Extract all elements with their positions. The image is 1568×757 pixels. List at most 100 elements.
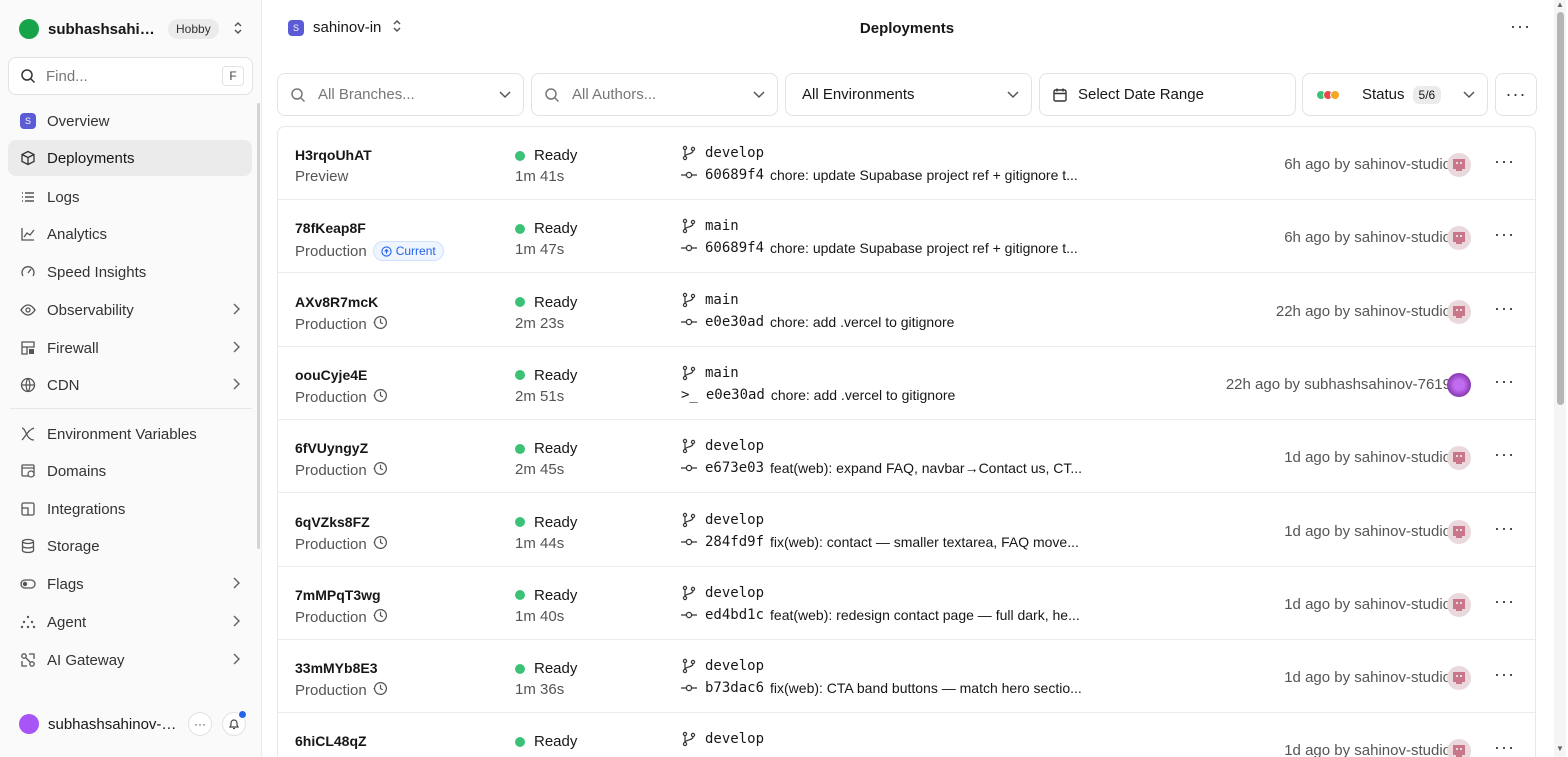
sidebar-item-cdn[interactable]: CDN xyxy=(8,367,252,403)
status-filter[interactable]: Status 5/6 xyxy=(1302,73,1488,116)
terminal-icon: >_ xyxy=(681,386,698,403)
deployment-id[interactable]: AXv8R7mcK xyxy=(295,294,378,310)
branch[interactable]: develop xyxy=(681,145,764,161)
scroll-up-arrow[interactable]: ▲ xyxy=(1556,0,1564,9)
commit[interactable]: 60689f4 chore: update Supabase project re… xyxy=(681,240,1101,256)
sidebar-item-deployments[interactable]: Deployments xyxy=(8,140,252,176)
project-switcher[interactable]: S sahinov-in xyxy=(288,18,403,37)
sidebar-item-logs[interactable]: Logs xyxy=(8,179,252,215)
sidebar-item-storage[interactable]: Storage xyxy=(8,528,252,564)
more-button[interactable]: ··· xyxy=(188,712,212,736)
deployment-id[interactable]: 6hiCL48qZ xyxy=(295,733,367,749)
scroll-down-arrow[interactable]: ▼ xyxy=(1556,744,1564,753)
commit[interactable]: e0e30ad chore: add .vercel to gitignore xyxy=(681,314,1101,330)
branch[interactable]: develop xyxy=(681,658,764,674)
row-more-button[interactable]: ··· xyxy=(1494,224,1515,245)
table-row[interactable]: 33mMYb8E3 Production Ready 1m 36s develop b73… xyxy=(278,640,1535,714)
sidebar-item-speed-insights[interactable]: Speed Insights xyxy=(8,254,252,290)
sidebar-item-label: Environment Variables xyxy=(47,425,197,443)
table-row[interactable]: 7mMPqT3wg Production Ready 1m 40s develop ed4… xyxy=(278,567,1535,640)
git-commit-icon xyxy=(681,609,697,621)
sidebar-item-environment-variables[interactable]: Environment Variables xyxy=(8,416,252,452)
scrollbar-thumb[interactable] xyxy=(1557,12,1564,405)
notifications-button[interactable] xyxy=(222,710,247,736)
sidebar-item-flags[interactable]: Flags xyxy=(8,566,252,602)
chevron-down-icon xyxy=(753,86,765,103)
sidebar-item-ai-gateway[interactable]: AI Gateway xyxy=(8,642,252,678)
commit[interactable]: 60689f4 chore: update Supabase project re… xyxy=(681,167,1101,183)
environment-label: Production xyxy=(295,682,367,700)
sidebar-item-analytics[interactable]: Analytics xyxy=(8,216,252,252)
commit[interactable]: >_ e0e30ad chore: add .vercel to gitignore xyxy=(681,387,1101,403)
deployment-id[interactable]: 33mMYb8E3 xyxy=(295,660,377,676)
status-label: Status xyxy=(1362,86,1405,103)
more-options-button[interactable]: ··· xyxy=(1510,16,1531,37)
sidebar-item-observability[interactable]: Observability xyxy=(8,292,252,328)
bell-icon xyxy=(229,719,239,730)
status-dot-icon xyxy=(515,370,525,381)
row-more-button[interactable]: ··· xyxy=(1494,737,1515,757)
deployed-by: 1d ago by sahinov-studio xyxy=(1284,669,1451,687)
deployment-id[interactable]: oouCyje4E xyxy=(295,367,367,383)
branch[interactable]: develop xyxy=(681,731,764,747)
row-more-button[interactable]: ··· xyxy=(1494,518,1515,539)
environments-filter[interactable]: All Environments xyxy=(785,73,1032,116)
git-commit-icon xyxy=(681,462,697,474)
notification-dot xyxy=(238,710,247,719)
deployment-id[interactable]: 7mMPqT3wg xyxy=(295,587,381,603)
avatar xyxy=(1447,592,1471,617)
branch[interactable]: main xyxy=(681,292,739,308)
sidebar-item-agent[interactable]: Agent xyxy=(8,604,252,640)
commit-hash: 60689f4 xyxy=(705,167,765,183)
sidebar-item-overview[interactable]: S Overview xyxy=(8,103,252,139)
git-branch-icon xyxy=(681,731,697,747)
sidebar-item-firewall[interactable]: Firewall xyxy=(8,330,252,366)
team-switcher[interactable]: subhashsahino... Hobby xyxy=(10,14,250,44)
deployment-environment: Production xyxy=(295,461,388,480)
branch[interactable]: main xyxy=(681,365,739,381)
branch[interactable]: develop xyxy=(681,585,764,601)
deployment-id[interactable]: 78fKeap8F xyxy=(295,220,366,236)
search-input[interactable]: Find... F xyxy=(8,57,253,95)
status-text: Ready xyxy=(534,733,578,751)
build-duration: 2m 45s xyxy=(515,461,565,479)
branch-name: develop xyxy=(705,438,765,455)
filters-more-button[interactable]: ··· xyxy=(1495,73,1537,116)
table-row[interactable]: H3rqoUhAT Preview Ready 1m 41s develop 60689f… xyxy=(278,127,1535,200)
branch[interactable]: develop xyxy=(681,438,764,454)
authors-filter[interactable]: All Authors... xyxy=(531,73,778,116)
branch[interactable]: develop xyxy=(681,512,764,528)
deployment-id[interactable]: 6qVZks8FZ xyxy=(295,514,370,530)
git-commit-icon xyxy=(681,682,697,694)
user-menu[interactable]: subhashsahinov-7... ··· xyxy=(10,709,250,739)
table-row[interactable]: 6fVUyngyZ Production Ready 2m 45s develop e67… xyxy=(278,420,1535,494)
row-more-button[interactable]: ··· xyxy=(1494,591,1515,612)
commit[interactable]: ed4bd1c feat(web): redesign contact page … xyxy=(681,607,1101,623)
date-range-filter[interactable]: Select Date Range xyxy=(1039,73,1296,116)
table-row[interactable]: oouCyje4E Production Ready 2m 51s main >_ e0e3… xyxy=(278,347,1535,420)
branch[interactable]: main xyxy=(681,218,739,234)
row-more-button[interactable]: ··· xyxy=(1494,371,1515,392)
deployment-id[interactable]: 6fVUyngyZ xyxy=(295,440,368,456)
sidebar-item-integrations[interactable]: Integrations xyxy=(8,491,252,527)
table-row[interactable]: 6qVZks8FZ Production Ready 1m 44s develop 284… xyxy=(278,494,1535,567)
commit[interactable]: 284fd9f fix(web): contact — smaller texta… xyxy=(681,534,1101,550)
commit[interactable]: b73dac6 fix(web): CTA band buttons — matc… xyxy=(681,680,1101,696)
deployment-id[interactable]: H3rqoUhAT xyxy=(295,147,372,163)
status-dot-icon xyxy=(515,663,525,674)
row-more-button[interactable]: ··· xyxy=(1494,664,1515,685)
deployed-by: 1d ago by sahinov-studio xyxy=(1284,522,1451,540)
sidebar-item-domains[interactable]: Domains xyxy=(8,453,252,489)
table-row[interactable]: 6hiCL48qZ Ready develop 1d ago by sahinov-s… xyxy=(278,713,1535,757)
avatar xyxy=(1447,226,1471,251)
row-more-button[interactable]: ··· xyxy=(1494,444,1515,465)
commit-message: chore: add .vercel to gitignore xyxy=(770,313,955,330)
page-scrollbar[interactable]: ▲ ▼ xyxy=(1554,0,1566,757)
table-row[interactable]: AXv8R7mcK Production Ready 2m 23s main e0e30a… xyxy=(278,274,1535,347)
sidebar-scrollbar[interactable] xyxy=(257,103,260,549)
branches-filter[interactable]: All Branches... xyxy=(277,73,524,116)
commit[interactable]: e673e03 feat(web): expand FAQ, navbar→Con… xyxy=(681,460,1101,476)
row-more-button[interactable]: ··· xyxy=(1494,298,1515,319)
table-row[interactable]: 78fKeap8F Production Current Ready 1m 47s mai… xyxy=(278,200,1535,274)
row-more-button[interactable]: ··· xyxy=(1494,151,1515,172)
